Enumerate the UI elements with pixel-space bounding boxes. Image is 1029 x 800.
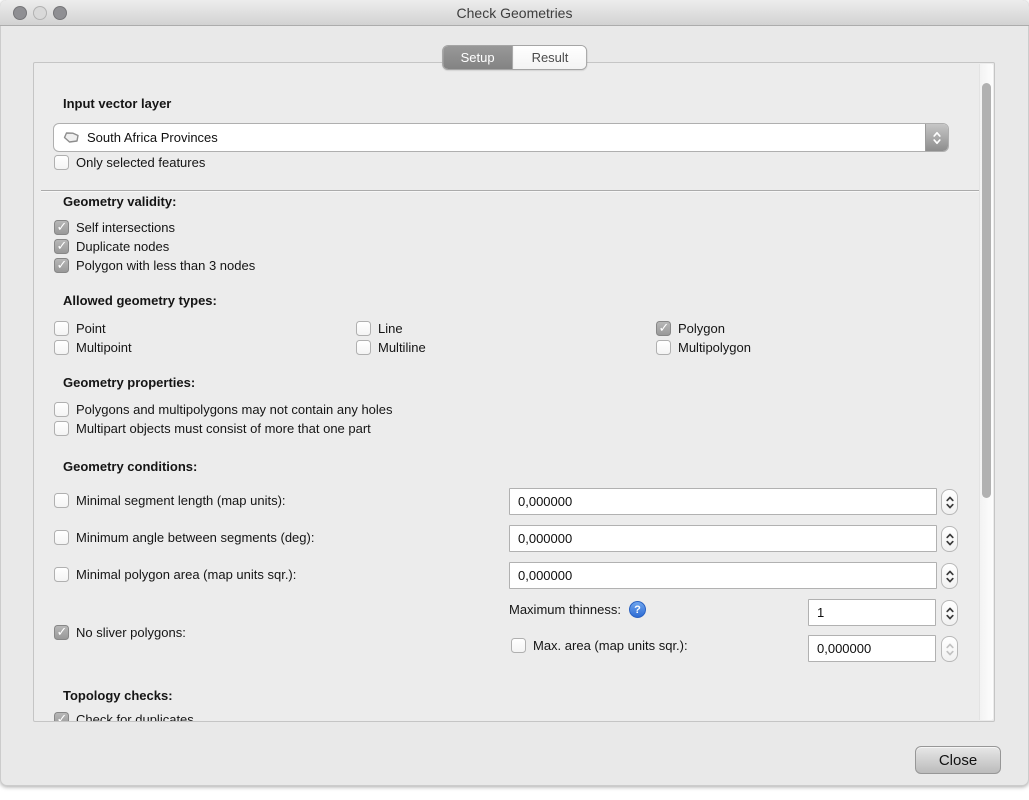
type-row: Multiline xyxy=(356,339,426,356)
point-checkbox[interactable] xyxy=(54,321,69,336)
min-angle-input[interactable] xyxy=(509,525,937,552)
type-row: Polygon xyxy=(656,320,725,337)
condition-row: Minimum angle between segments (deg): xyxy=(54,529,314,546)
only-selected-checkbox[interactable] xyxy=(54,155,69,170)
min-angle-checkbox[interactable] xyxy=(54,530,69,545)
checkbox-label: Line xyxy=(378,321,403,336)
help-icon[interactable] xyxy=(629,601,646,618)
checkbox-label: Self intersections xyxy=(76,220,175,235)
checkbox-label: Check for duplicates xyxy=(76,712,194,722)
type-row: Multipolygon xyxy=(656,339,751,356)
min-segment-length-stepper[interactable] xyxy=(941,489,958,515)
checkbox-label: Polygons and multipolygons may not conta… xyxy=(76,402,393,417)
checkbox-label: Duplicate nodes xyxy=(76,239,169,254)
geometry-validity-heading: Geometry validity: xyxy=(63,194,176,209)
geometry-properties-heading: Geometry properties: xyxy=(63,375,195,390)
setup-panel: Input vector layer South Africa Province… xyxy=(33,62,995,722)
input-layer-value: South Africa Provinces xyxy=(87,130,925,145)
type-row: Line xyxy=(356,320,403,337)
checkbox-label: Polygon xyxy=(678,321,725,336)
checkbox-label: Multiline xyxy=(378,340,426,355)
combobox-arrows-icon xyxy=(925,124,948,151)
scrollbar-thumb[interactable] xyxy=(982,83,991,498)
window-close-button[interactable] xyxy=(13,6,27,20)
check-geometries-dialog: Check Geometries Setup Result Input vect… xyxy=(0,0,1029,786)
geometry-conditions-heading: Geometry conditions: xyxy=(63,459,197,474)
setup-result-tabbar: Setup Result xyxy=(442,45,588,70)
checkbox-label: Multipoint xyxy=(76,340,132,355)
self-intersections-checkbox[interactable] xyxy=(54,220,69,235)
checkbox-label: Multipolygon xyxy=(678,340,751,355)
checkbox-label: No sliver polygons: xyxy=(76,625,186,640)
line-checkbox[interactable] xyxy=(356,321,371,336)
topology-row: Check for duplicates xyxy=(54,711,194,722)
topology-checks-heading: Topology checks: xyxy=(63,688,173,703)
checkbox-label: Multipart objects must consist of more t… xyxy=(76,421,371,436)
min-angle-stepper[interactable] xyxy=(941,526,958,552)
section-divider xyxy=(41,190,982,192)
polygon-checkbox[interactable] xyxy=(656,321,671,336)
min-polygon-area-stepper[interactable] xyxy=(941,563,958,589)
condition-row: Minimal polygon area (map units sqr.): xyxy=(54,566,296,583)
validity-row: Self intersections xyxy=(54,219,175,236)
max-thinness-row: Maximum thinness: xyxy=(509,601,646,618)
max-thinness-input[interactable] xyxy=(808,599,936,626)
scrollbar[interactable] xyxy=(979,64,993,720)
checkbox-label: Polygon with less than 3 nodes xyxy=(76,258,255,273)
max-thinness-stepper[interactable] xyxy=(941,600,958,626)
checkbox-label: Minimal segment length (map units): xyxy=(76,493,286,508)
window-minimize-button[interactable] xyxy=(33,6,47,20)
titlebar: Check Geometries xyxy=(0,0,1029,26)
min-polygon-area-checkbox[interactable] xyxy=(54,567,69,582)
max-thinness-label: Maximum thinness: xyxy=(509,602,621,617)
max-area-checkbox[interactable] xyxy=(511,638,526,653)
check-for-duplicates-checkbox[interactable] xyxy=(54,712,69,722)
min-segment-length-checkbox[interactable] xyxy=(54,493,69,508)
window-zoom-button[interactable] xyxy=(53,6,67,20)
condition-row: Minimal segment length (map units): xyxy=(54,492,286,509)
type-row: Multipoint xyxy=(54,339,132,356)
allowed-types-heading: Allowed geometry types: xyxy=(63,293,217,308)
multiline-checkbox[interactable] xyxy=(356,340,371,355)
validity-row: Polygon with less than 3 nodes xyxy=(54,257,255,274)
no-holes-checkbox[interactable] xyxy=(54,402,69,417)
max-area-input[interactable] xyxy=(808,635,936,662)
validity-row: Duplicate nodes xyxy=(54,238,169,255)
checkbox-label: Minimal polygon area (map units sqr.): xyxy=(76,567,296,582)
tab-result[interactable]: Result xyxy=(513,46,587,69)
checkbox-label: Minimum angle between segments (deg): xyxy=(76,530,314,545)
multipart-checkbox[interactable] xyxy=(54,421,69,436)
no-sliver-row: No sliver polygons: xyxy=(54,624,186,641)
property-row: Polygons and multipolygons may not conta… xyxy=(54,401,393,418)
input-vector-layer-label: Input vector layer xyxy=(63,96,171,111)
multipolygon-checkbox[interactable] xyxy=(656,340,671,355)
max-area-row: Max. area (map units sqr.): xyxy=(511,637,688,654)
max-area-stepper[interactable] xyxy=(941,636,958,662)
property-row: Multipart objects must consist of more t… xyxy=(54,420,371,437)
only-selected-label: Only selected features xyxy=(76,155,205,170)
duplicate-nodes-checkbox[interactable] xyxy=(54,239,69,254)
no-sliver-checkbox[interactable] xyxy=(54,625,69,640)
min-polygon-area-input[interactable] xyxy=(509,562,937,589)
only-selected-row: Only selected features xyxy=(54,154,205,171)
window-title: Check Geometries xyxy=(457,5,573,21)
polygon-layer-icon xyxy=(61,130,81,145)
min-segment-length-input[interactable] xyxy=(509,488,937,515)
checkbox-label: Point xyxy=(76,321,106,336)
tab-setup[interactable]: Setup xyxy=(443,46,513,69)
close-button[interactable]: Close xyxy=(915,746,1001,774)
multipoint-checkbox[interactable] xyxy=(54,340,69,355)
polygon-less-3-nodes-checkbox[interactable] xyxy=(54,258,69,273)
checkbox-label: Max. area (map units sqr.): xyxy=(533,638,688,653)
input-layer-select[interactable]: South Africa Provinces xyxy=(53,123,949,152)
type-row: Point xyxy=(54,320,106,337)
